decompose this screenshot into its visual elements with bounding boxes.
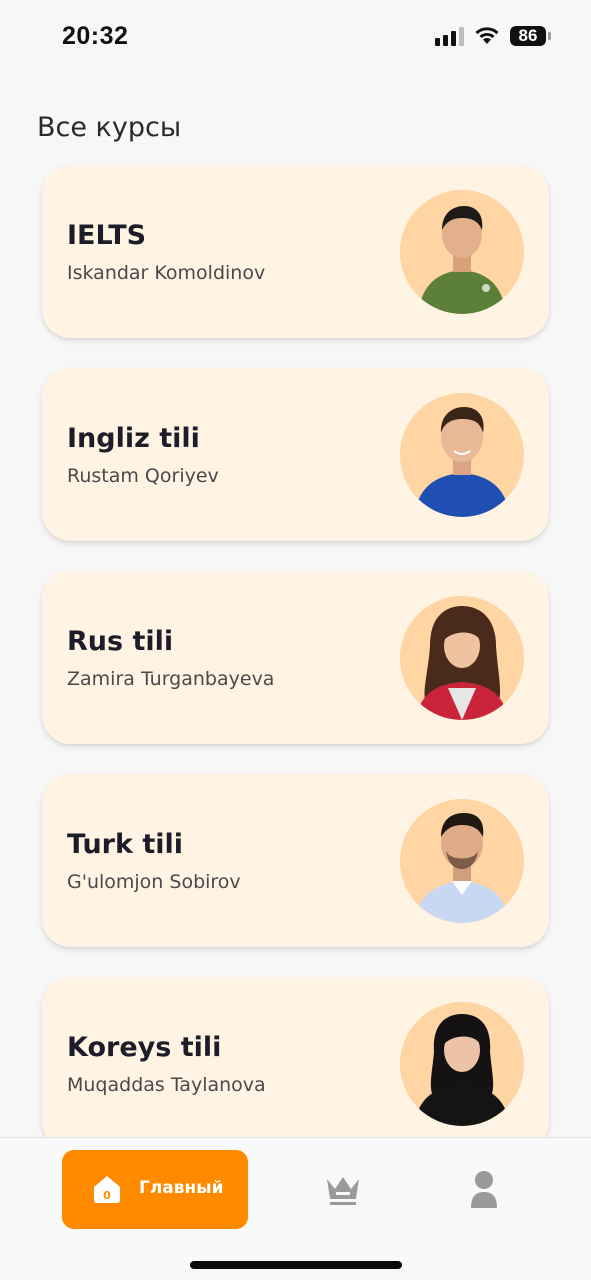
course-card-koreys-tili[interactable]: Koreys tili Muqaddas Taylanova xyxy=(42,977,549,1150)
teacher-avatar xyxy=(400,799,524,923)
status-icons: 86 xyxy=(435,26,551,46)
bottom-nav: 0 Главный xyxy=(0,1137,591,1280)
course-title: IELTS xyxy=(67,220,147,251)
course-teacher: G'ulomjon Sobirov xyxy=(67,871,241,893)
course-teacher: Rustam Qoriyev xyxy=(67,465,219,487)
nav-home-label: Главный xyxy=(139,1178,224,1198)
battery-level: 86 xyxy=(510,26,546,46)
battery-icon: 86 xyxy=(510,26,551,46)
cellular-signal-icon xyxy=(435,26,464,46)
course-card-rus-tili[interactable]: Rus tili Zamira Turganbayeva xyxy=(42,571,549,744)
course-title: Rus tili xyxy=(67,626,174,657)
teacher-avatar xyxy=(400,190,524,314)
course-title: Ingliz tili xyxy=(67,423,200,454)
profile-icon[interactable] xyxy=(468,1170,500,1210)
course-teacher: Muqaddas Taylanova xyxy=(67,1074,266,1096)
course-teacher: Iskandar Komoldinov xyxy=(67,262,266,284)
home-icon: 0 xyxy=(94,1176,120,1203)
status-time: 20:32 xyxy=(62,22,129,50)
home-indicator[interactable] xyxy=(190,1261,402,1269)
status-bar: 20:32 86 xyxy=(0,0,591,80)
course-card-turk-tili[interactable]: Turk tili G'ulomjon Sobirov xyxy=(42,774,549,947)
course-card-ingliz-tili[interactable]: Ingliz tili Rustam Qoriyev xyxy=(42,368,549,541)
course-card-ielts[interactable]: IELTS Iskandar Komoldinov xyxy=(42,165,549,338)
teacher-avatar xyxy=(400,393,524,517)
wifi-icon xyxy=(475,27,499,44)
page-title: Все курсы xyxy=(37,112,182,143)
teacher-avatar xyxy=(400,596,524,720)
course-title: Koreys tili xyxy=(67,1032,222,1063)
teacher-avatar xyxy=(400,1002,524,1126)
home-badge: 0 xyxy=(103,1189,111,1202)
crown-icon[interactable] xyxy=(324,1171,362,1209)
course-teacher: Zamira Turganbayeva xyxy=(67,668,275,690)
nav-home-button[interactable]: 0 Главный xyxy=(62,1150,248,1229)
course-title: Turk tili xyxy=(67,829,184,860)
